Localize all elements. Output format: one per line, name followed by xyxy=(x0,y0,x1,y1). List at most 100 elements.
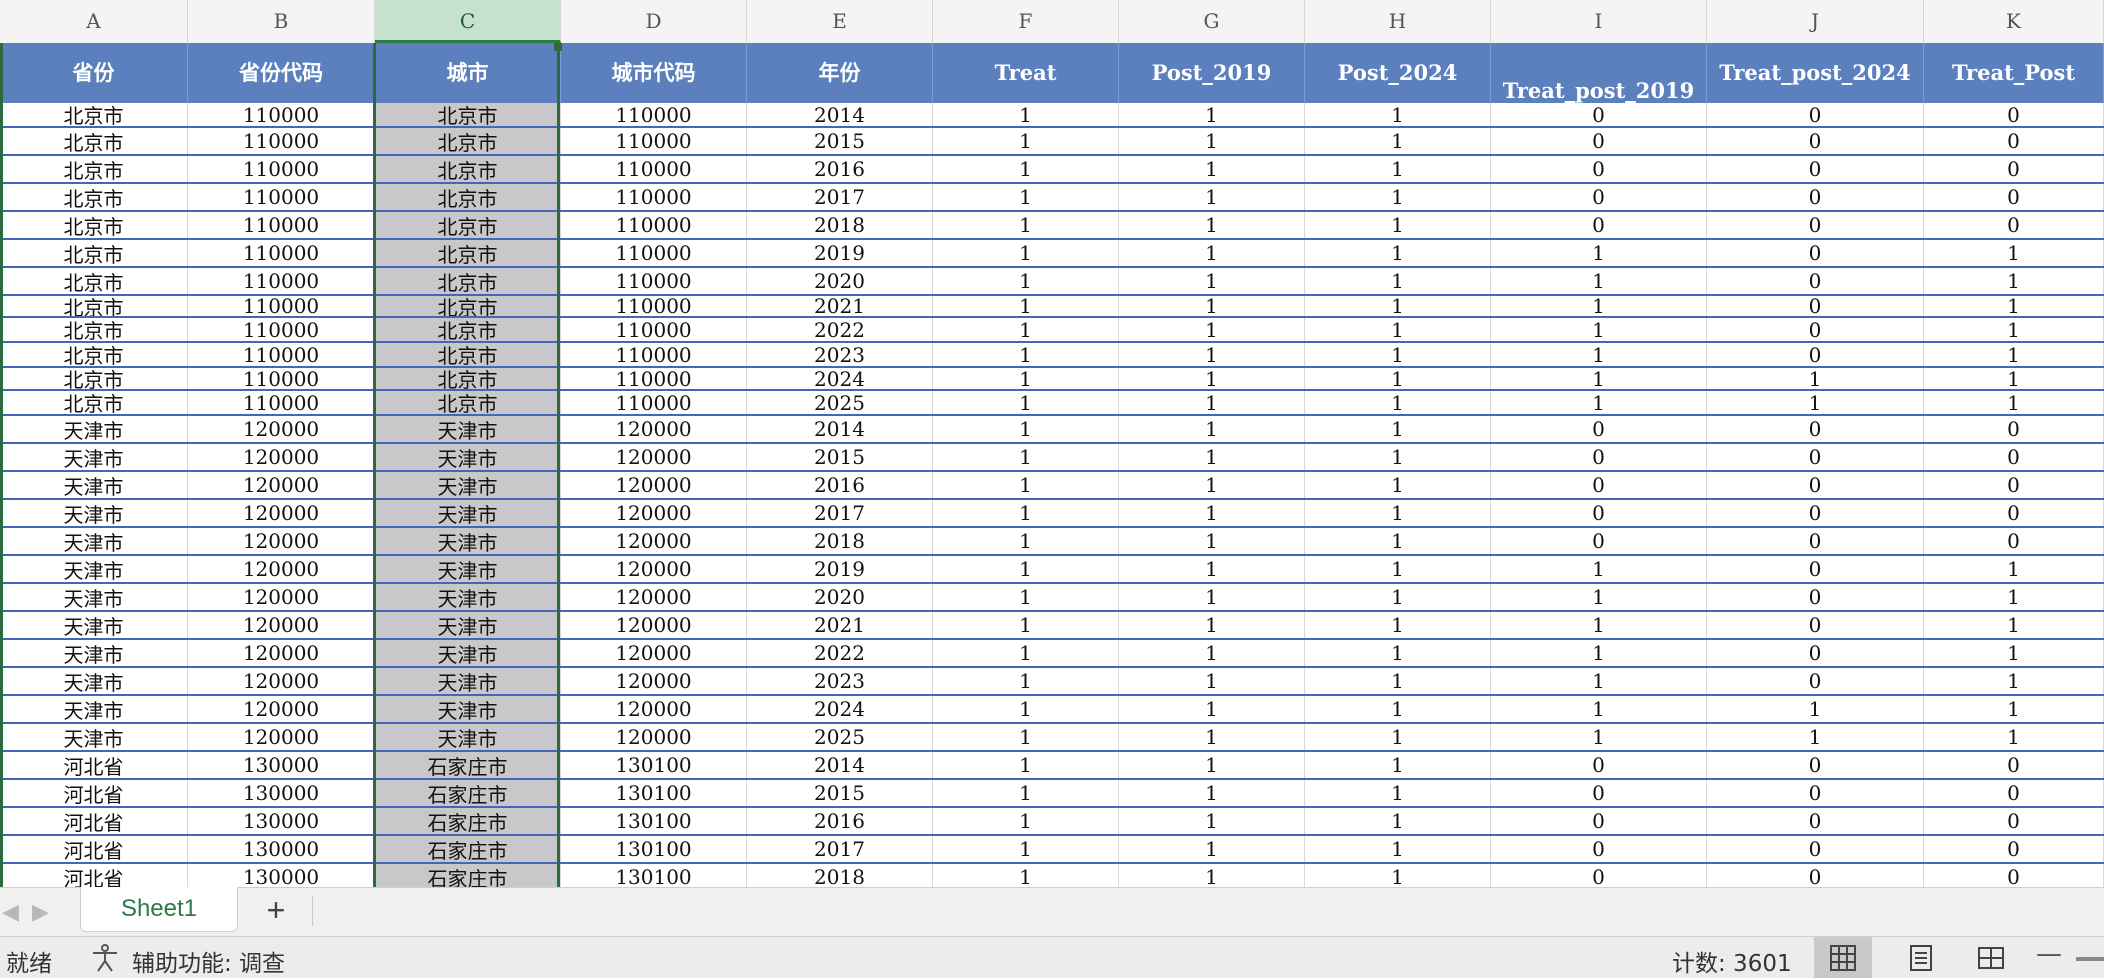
header-cell[interactable]: Post_2024 xyxy=(1305,43,1491,103)
table-cell[interactable]: 1 xyxy=(1924,268,2104,294)
table-cell[interactable]: 0 xyxy=(1707,528,1924,554)
table-cell[interactable]: 北京市 xyxy=(375,391,561,414)
table-cell[interactable]: 0 xyxy=(1707,612,1924,638)
table-cell[interactable]: 110000 xyxy=(188,296,375,316)
table-cell[interactable]: 0 xyxy=(1491,156,1707,182)
table-cell[interactable]: 130000 xyxy=(188,780,375,806)
table-cell[interactable]: 1 xyxy=(933,556,1119,582)
spreadsheet-grid[interactable]: ABCDEFGHIJK 省份 省份代码 城市 城市代码 年份 Treat Post_2019… xyxy=(0,0,2104,887)
table-cell[interactable]: 0 xyxy=(1924,500,2104,526)
table-cell[interactable]: 0 xyxy=(1924,444,2104,470)
table-cell[interactable]: 天津市 xyxy=(0,668,188,694)
table-cell[interactable]: 0 xyxy=(1491,103,1707,126)
table-cell[interactable]: 120000 xyxy=(188,472,375,498)
table-cell[interactable]: 2015 xyxy=(747,444,933,470)
table-cell[interactable]: 110000 xyxy=(561,212,747,238)
column-letter-b[interactable]: B xyxy=(188,0,375,43)
table-cell[interactable]: 1 xyxy=(1924,724,2104,750)
table-cell[interactable]: 1 xyxy=(1707,696,1924,722)
table-cell[interactable]: 1 xyxy=(1119,240,1305,266)
table-cell[interactable]: 0 xyxy=(1491,780,1707,806)
table-cell[interactable]: 1 xyxy=(1305,640,1491,666)
zoom-slider[interactable] xyxy=(2076,957,2104,961)
table-cell[interactable]: 北京市 xyxy=(0,128,188,154)
table-cell[interactable]: 1 xyxy=(1491,668,1707,694)
table-cell[interactable]: 0 xyxy=(1707,780,1924,806)
column-letter-i[interactable]: I xyxy=(1491,0,1707,43)
table-cell[interactable]: 2016 xyxy=(747,472,933,498)
table-cell[interactable]: 1 xyxy=(933,668,1119,694)
table-cell[interactable]: 1 xyxy=(933,268,1119,294)
table-cell[interactable]: 120000 xyxy=(561,556,747,582)
table-cell[interactable]: 天津市 xyxy=(375,584,561,610)
table-cell[interactable]: 110000 xyxy=(188,184,375,210)
table-cell[interactable]: 2023 xyxy=(747,668,933,694)
table-cell[interactable]: 2016 xyxy=(747,156,933,182)
table-cell[interactable]: 1 xyxy=(1924,368,2104,389)
table-cell[interactable]: 1 xyxy=(933,416,1119,442)
table-cell[interactable]: 1 xyxy=(1119,752,1305,778)
table-cell[interactable]: 2020 xyxy=(747,584,933,610)
table-cell[interactable]: 1 xyxy=(1119,836,1305,862)
table-cell[interactable]: 1 xyxy=(1924,612,2104,638)
table-cell[interactable]: 0 xyxy=(1707,156,1924,182)
table-cell[interactable]: 130000 xyxy=(188,808,375,834)
table-cell[interactable]: 0 xyxy=(1491,808,1707,834)
table-cell[interactable]: 0 xyxy=(1707,808,1924,834)
table-cell[interactable]: 1 xyxy=(1924,343,2104,366)
table-cell[interactable]: 石家庄市 xyxy=(375,836,561,862)
fill-handle[interactable] xyxy=(554,43,562,51)
table-cell[interactable]: 天津市 xyxy=(0,444,188,470)
header-cell[interactable]: 省份 xyxy=(0,43,188,103)
table-cell[interactable]: 0 xyxy=(1707,296,1924,316)
table-cell[interactable]: 1 xyxy=(1491,296,1707,316)
table-cell[interactable]: 河北省 xyxy=(0,780,188,806)
table-cell[interactable]: 1 xyxy=(1924,556,2104,582)
table-cell[interactable]: 1 xyxy=(1491,584,1707,610)
table-cell[interactable]: 2022 xyxy=(747,640,933,666)
table-cell[interactable]: 1 xyxy=(933,296,1119,316)
header-cell[interactable]: Post_2019 xyxy=(1119,43,1305,103)
table-cell[interactable]: 110000 xyxy=(188,212,375,238)
table-cell[interactable]: 1 xyxy=(1707,391,1924,414)
table-cell[interactable]: 北京市 xyxy=(0,103,188,126)
table-cell[interactable]: 2025 xyxy=(747,391,933,414)
table-cell[interactable]: 2023 xyxy=(747,343,933,366)
table-cell[interactable]: 2018 xyxy=(747,528,933,554)
table-cell[interactable]: 北京市 xyxy=(0,391,188,414)
table-cell[interactable]: 110000 xyxy=(188,318,375,341)
table-cell[interactable]: 天津市 xyxy=(0,724,188,750)
table-cell[interactable]: 1 xyxy=(1305,472,1491,498)
header-cell[interactable]: Treat_Post xyxy=(1924,43,2104,103)
table-cell[interactable]: 120000 xyxy=(561,668,747,694)
table-cell[interactable]: 1 xyxy=(1924,584,2104,610)
table-cell[interactable]: 1 xyxy=(1119,416,1305,442)
table-cell[interactable]: 0 xyxy=(1924,836,2104,862)
table-cell[interactable]: 北京市 xyxy=(375,184,561,210)
table-cell[interactable]: 0 xyxy=(1491,416,1707,442)
table-cell[interactable]: 天津市 xyxy=(375,724,561,750)
table-cell[interactable]: 天津市 xyxy=(0,472,188,498)
table-cell[interactable]: 北京市 xyxy=(0,368,188,389)
column-letter-k[interactable]: K xyxy=(1924,0,2104,43)
table-cell[interactable]: 1 xyxy=(1305,103,1491,126)
page-layout-view-icon[interactable] xyxy=(1892,937,1950,978)
table-cell[interactable]: 天津市 xyxy=(0,528,188,554)
table-cell[interactable]: 北京市 xyxy=(0,268,188,294)
table-cell[interactable]: 1 xyxy=(933,212,1119,238)
table-cell[interactable]: 0 xyxy=(1707,128,1924,154)
table-cell[interactable]: 北京市 xyxy=(0,343,188,366)
table-cell[interactable]: 0 xyxy=(1707,556,1924,582)
table-cell[interactable]: 1 xyxy=(933,836,1119,862)
table-cell[interactable]: 1 xyxy=(1305,500,1491,526)
table-cell[interactable]: 120000 xyxy=(188,696,375,722)
table-cell[interactable]: 0 xyxy=(1707,103,1924,126)
table-cell[interactable]: 天津市 xyxy=(0,696,188,722)
next-sheet-arrow-icon[interactable]: ▶ xyxy=(32,900,49,925)
table-cell[interactable]: 110000 xyxy=(188,391,375,414)
table-cell[interactable]: 1 xyxy=(1305,368,1491,389)
table-cell[interactable]: 0 xyxy=(1707,472,1924,498)
table-cell[interactable]: 1 xyxy=(1119,212,1305,238)
table-cell[interactable]: 1 xyxy=(1305,668,1491,694)
table-cell[interactable]: 2024 xyxy=(747,368,933,389)
